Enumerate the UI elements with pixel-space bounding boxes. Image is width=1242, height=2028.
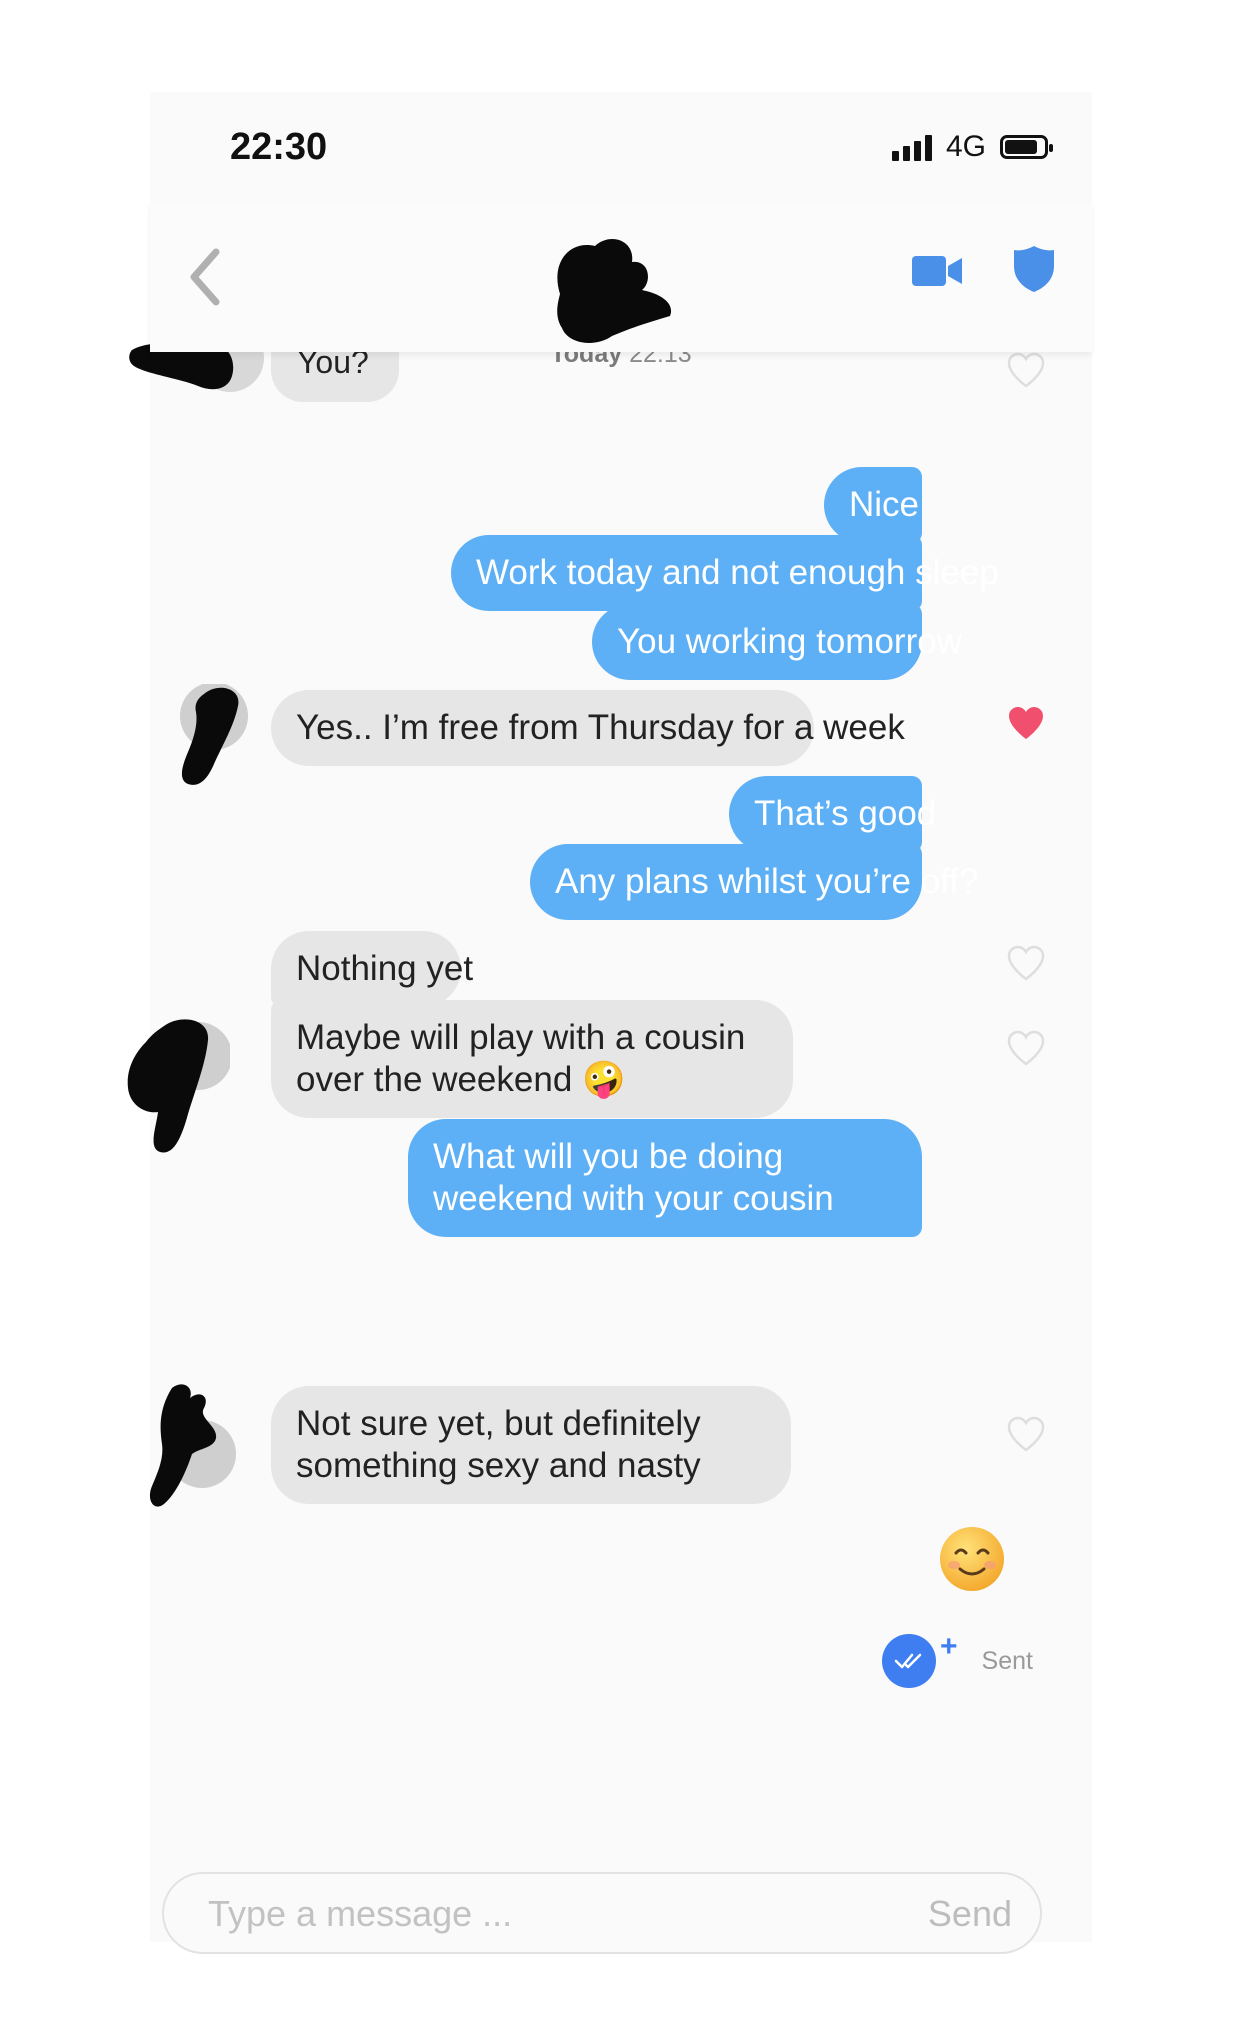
message-bubble-incoming[interactable]: Not sure yet, but definitely something s… — [271, 1386, 791, 1504]
message-bubble-outgoing[interactable]: What will you be doing weekend with your… — [408, 1119, 922, 1237]
message-bubble-incoming[interactable]: Nothing yet — [271, 931, 473, 1007]
message-text: That’s good — [754, 794, 937, 833]
message-bubble-outgoing[interactable]: You working tomorrow — [592, 604, 962, 680]
message-composer: Send — [162, 1872, 1042, 1954]
status-indicators: 4G — [891, 130, 1053, 164]
message-text: What will you be doing weekend with your… — [433, 1137, 834, 1218]
zany-face-emoji: 🤪 — [582, 1060, 626, 1099]
message-text: Not sure yet, but definitely something s… — [296, 1404, 701, 1485]
heart-outline-icon[interactable] — [1006, 1030, 1046, 1071]
heart-outline-icon[interactable] — [1006, 1416, 1046, 1457]
message-bubble-outgoing[interactable]: Any plans whilst you’re off? — [530, 844, 978, 920]
match-avatar-small — [128, 1382, 248, 1517]
signal-icon — [891, 133, 932, 161]
video-camera-icon[interactable] — [912, 254, 964, 293]
message-text: Nothing yet — [296, 949, 474, 988]
message-bubble-incoming[interactable]: Maybe will play with a cousin over the w… — [271, 1000, 793, 1118]
message-bubble-incoming[interactable]: Yes.. I’m free from Thursday for a week — [271, 690, 905, 766]
send-button[interactable]: Send — [922, 1892, 1018, 1936]
battery-icon — [1000, 135, 1053, 159]
message-input[interactable] — [206, 1888, 830, 1940]
heart-filled-icon[interactable] — [1006, 705, 1046, 746]
sent-label: Sent — [981, 1646, 1033, 1675]
status-time: 22:30 — [230, 126, 328, 168]
message-bubble-outgoing[interactable]: That’s good — [729, 776, 936, 852]
plus-icon[interactable]: + — [940, 1630, 958, 1664]
match-avatar-small — [178, 682, 268, 797]
chat-screen: 22:30 4G You? Today 22:13 Nice Work toda… — [127, 92, 1092, 1954]
message-text: Work today and not enough sleep — [476, 553, 999, 592]
network-type: 4G — [945, 130, 986, 163]
heart-outline-icon[interactable] — [1006, 352, 1046, 393]
match-avatar-small — [120, 1018, 232, 1163]
message-text: Maybe will play with a cousin over the w… — [296, 1018, 746, 1099]
match-avatar[interactable] — [550, 232, 680, 357]
chevron-left-icon[interactable] — [180, 242, 230, 312]
shield-icon[interactable] — [1012, 244, 1056, 299]
message-text: Nice — [849, 485, 920, 524]
read-receipt: + Sent — [882, 1630, 1033, 1688]
message-bubble-outgoing[interactable]: Nice — [824, 467, 922, 543]
chat-header — [150, 202, 1092, 352]
message-text: Any plans whilst you’re off? — [555, 862, 979, 901]
heart-outline-icon[interactable] — [1006, 945, 1046, 986]
message-text: Yes.. I’m free from Thursday for a week — [296, 708, 905, 747]
message-bubble-outgoing[interactable]: Work today and not enough sleep — [451, 535, 999, 611]
message-text: You working tomorrow — [617, 622, 962, 661]
double-check-icon[interactable] — [882, 1634, 936, 1688]
smiling-face-emoji[interactable] — [938, 1525, 1006, 1598]
